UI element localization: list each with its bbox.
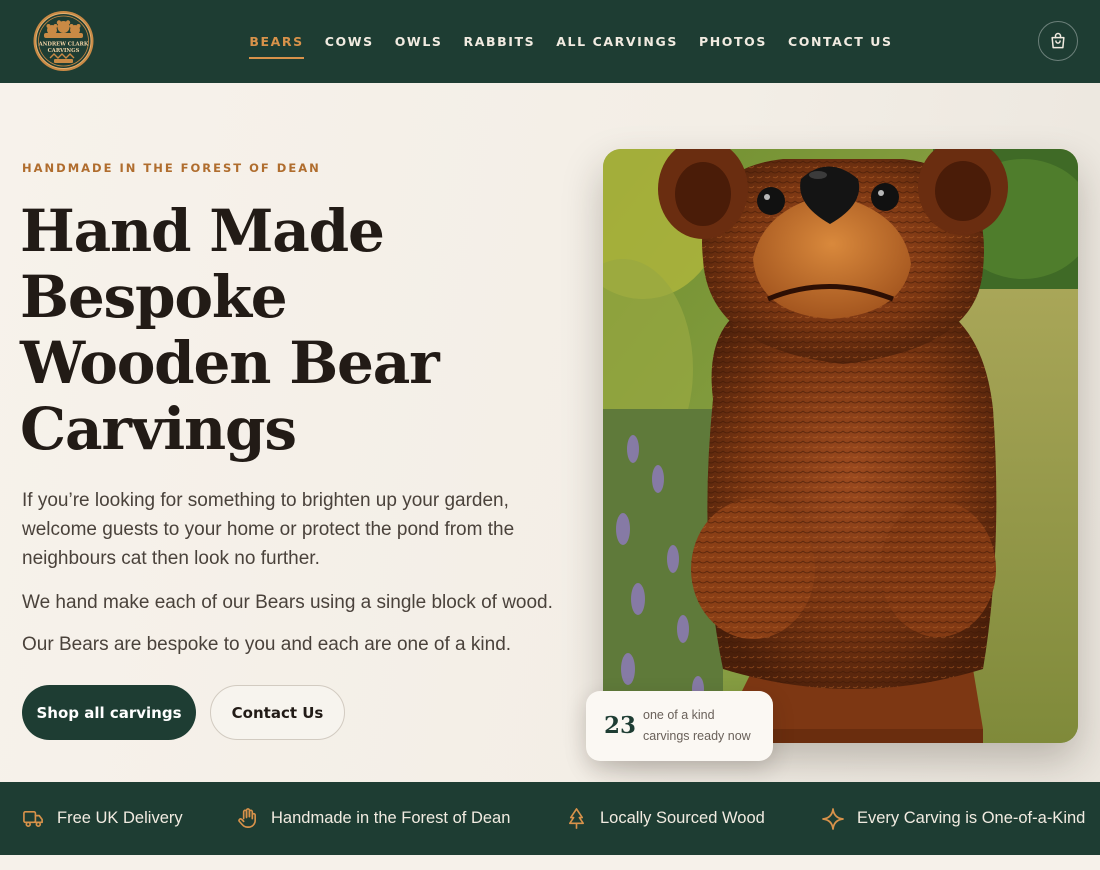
tree-icon bbox=[568, 808, 585, 829]
nav-item-rabbits[interactable]: RABBITS bbox=[464, 28, 536, 55]
nav-item-all-carvings[interactable]: ALL CARVINGS bbox=[556, 28, 678, 55]
hero-paragraph-single-block: We hand make each of our Bears using a s… bbox=[22, 592, 553, 613]
shop-all-carvings-button[interactable]: Shop all carvings bbox=[22, 685, 196, 740]
nav-item-bears[interactable]: BEARS bbox=[249, 28, 305, 59]
contact-us-button[interactable]: Contact Us bbox=[210, 685, 345, 740]
feature-label: Handmade in the Forest of Dean bbox=[271, 809, 511, 827]
ready-now-stat-card: 23 one of a kind carvings ready now bbox=[586, 691, 773, 761]
sparkle-icon bbox=[822, 807, 844, 830]
hero-headline: Hand Made Bespoke Wooden Bear Carvings bbox=[20, 198, 560, 462]
feature-handmade: Handmade in the Forest of Dean bbox=[236, 782, 510, 855]
delivery-truck-icon bbox=[23, 810, 43, 827]
hero-section: HANDMADE IN THE FOREST OF DEAN Hand Made… bbox=[0, 83, 1100, 782]
nav-item-photos[interactable]: PHOTOS bbox=[699, 28, 767, 55]
headline-line: Wooden Bear bbox=[20, 329, 440, 397]
headline-line: Bespoke bbox=[20, 263, 288, 331]
feature-free-delivery: Free UK Delivery bbox=[22, 782, 183, 855]
feature-label: Free UK Delivery bbox=[57, 809, 183, 827]
feature-label: Every Carving is One-of-a-Kind bbox=[857, 809, 1086, 827]
nav-item-owls[interactable]: OWLS bbox=[395, 28, 443, 55]
stat-number: 23 bbox=[604, 712, 637, 739]
bear-carving-photo bbox=[603, 149, 1078, 743]
stat-label-line: one of a kind bbox=[643, 708, 715, 722]
page-bottom-strip bbox=[0, 855, 1100, 870]
shopping-bag-icon bbox=[1051, 32, 1065, 49]
nav-item-cows[interactable]: COWS bbox=[325, 28, 374, 55]
headline-line: Carvings bbox=[20, 395, 297, 463]
headline-line: Hand Made bbox=[20, 197, 385, 265]
stat-label-line: carvings ready now bbox=[643, 729, 751, 743]
feature-locally-sourced: Locally Sourced Wood bbox=[565, 782, 765, 855]
stat-label: one of a kind carvings ready now bbox=[643, 705, 768, 747]
features-bar: Free UK Delivery Handmade in the Forest … bbox=[0, 782, 1100, 855]
main-nav: BEARS COWS OWLS RABBITS ALL CARVINGS PHO… bbox=[0, 0, 1100, 83]
feature-one-of-a-kind: Every Carving is One-of-a-Kind bbox=[821, 782, 1085, 855]
site-header: ANDREW CLARK CARVINGS BEARS COWS OWLS RA… bbox=[0, 0, 1100, 83]
hand-icon bbox=[238, 808, 256, 828]
hero-intro-paragraph: If you’re looking for something to brigh… bbox=[22, 490, 515, 569]
hero-paragraph-bespoke: Our Bears are bespoke to you and each ar… bbox=[22, 634, 512, 655]
nav-item-contact-us[interactable]: CONTACT US bbox=[788, 28, 893, 55]
feature-label: Locally Sourced Wood bbox=[600, 809, 765, 827]
hero-eyebrow: HANDMADE IN THE FOREST OF DEAN bbox=[22, 161, 321, 175]
cart-button[interactable] bbox=[1038, 21, 1078, 61]
